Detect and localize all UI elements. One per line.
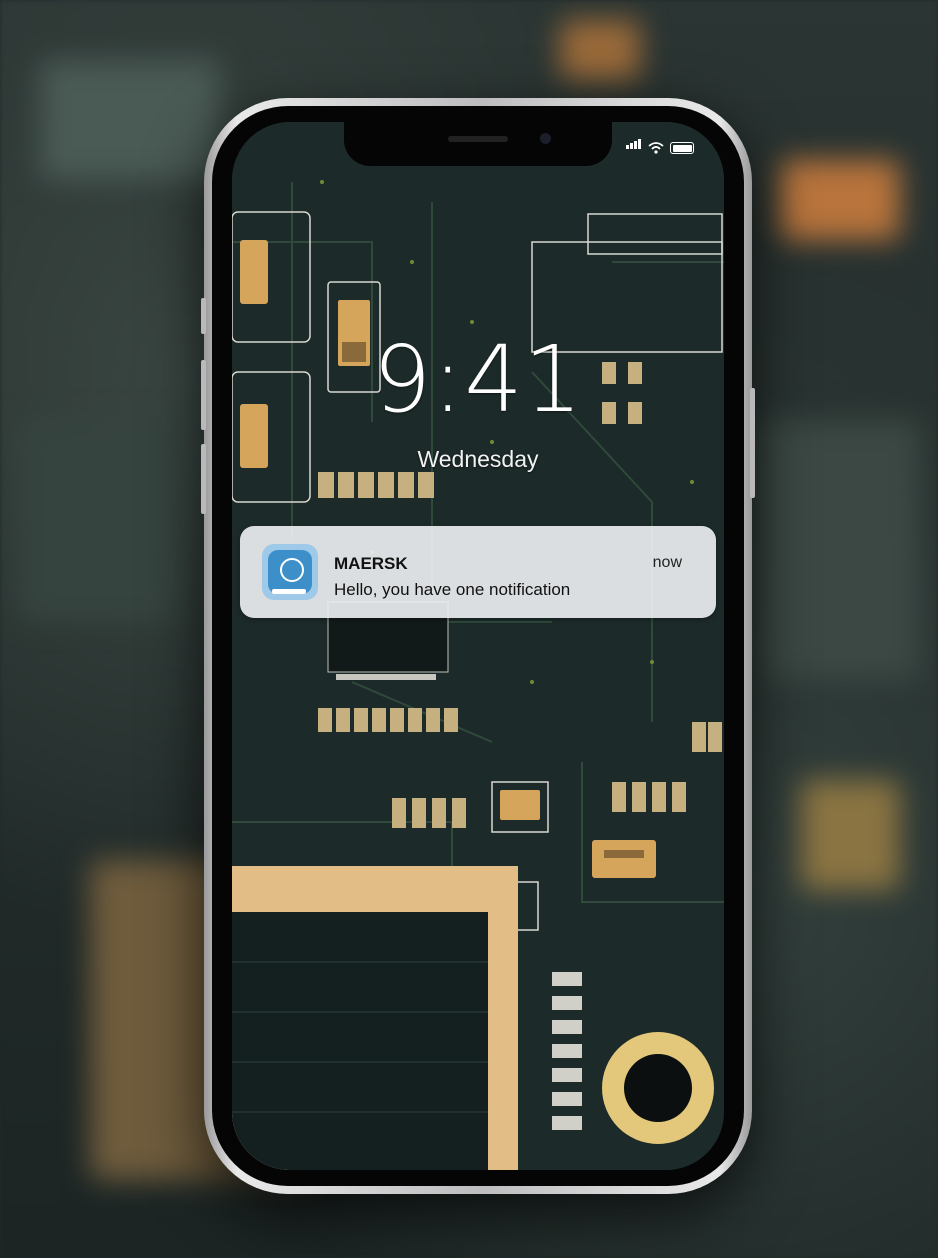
notification-timestamp: now (652, 554, 682, 571)
signal-icon (626, 136, 642, 154)
power-button (750, 388, 755, 498)
notification-message: Hello, you have one notification (334, 580, 571, 599)
volume-up-button (201, 360, 206, 430)
notification-app-name: MAERSK (334, 554, 408, 573)
volume-down-button (201, 444, 206, 514)
phone-frame: 9:41 Wednesday MAERSK now Hello, you hav… (201, 98, 755, 1194)
lock-screen-day: Wednesday (417, 446, 539, 472)
maersk-app-icon (262, 544, 318, 600)
circuit-board-wallpaper (232, 122, 724, 1170)
notch (344, 122, 612, 166)
wifi-icon (648, 142, 664, 154)
lock-screen-time: 9:41 (372, 326, 584, 433)
notification-banner[interactable]: MAERSK now Hello, you have one notificat… (240, 526, 716, 618)
mute-switch (201, 298, 206, 334)
battery-icon (670, 142, 694, 154)
lock-screen[interactable]: 9:41 Wednesday MAERSK now Hello, you hav… (232, 122, 724, 1170)
status-bar (626, 136, 694, 154)
